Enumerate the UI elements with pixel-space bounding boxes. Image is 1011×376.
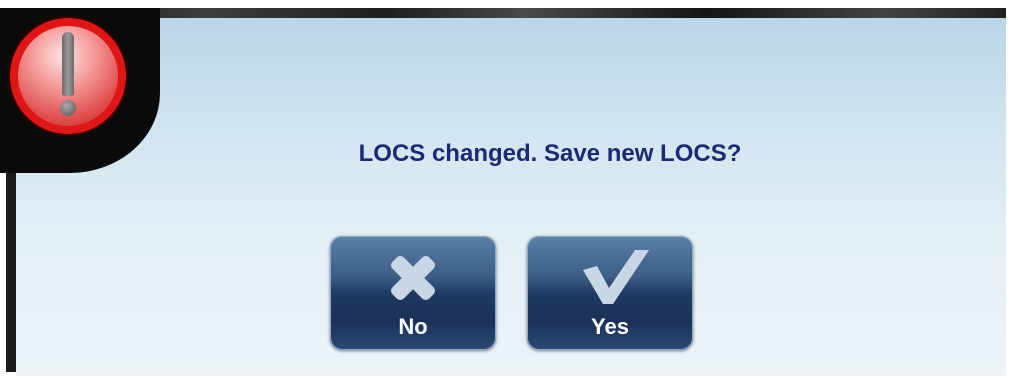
exclamation-bar (62, 32, 74, 96)
x-cross-icon (391, 256, 435, 300)
screen: LOCS changed. Save new LOCS? No Yes (0, 0, 1011, 376)
exclamation-dot (60, 100, 76, 116)
confirm-dialog: LOCS changed. Save new LOCS? No Yes (16, 18, 1006, 376)
no-button[interactable]: No (330, 236, 496, 350)
dialog-message: LOCS changed. Save new LOCS? (358, 140, 742, 167)
yes-button[interactable]: Yes (527, 236, 693, 350)
checkmark-icon (583, 250, 649, 304)
yes-button-label: Yes (591, 314, 629, 339)
no-button-label: No (398, 314, 428, 339)
